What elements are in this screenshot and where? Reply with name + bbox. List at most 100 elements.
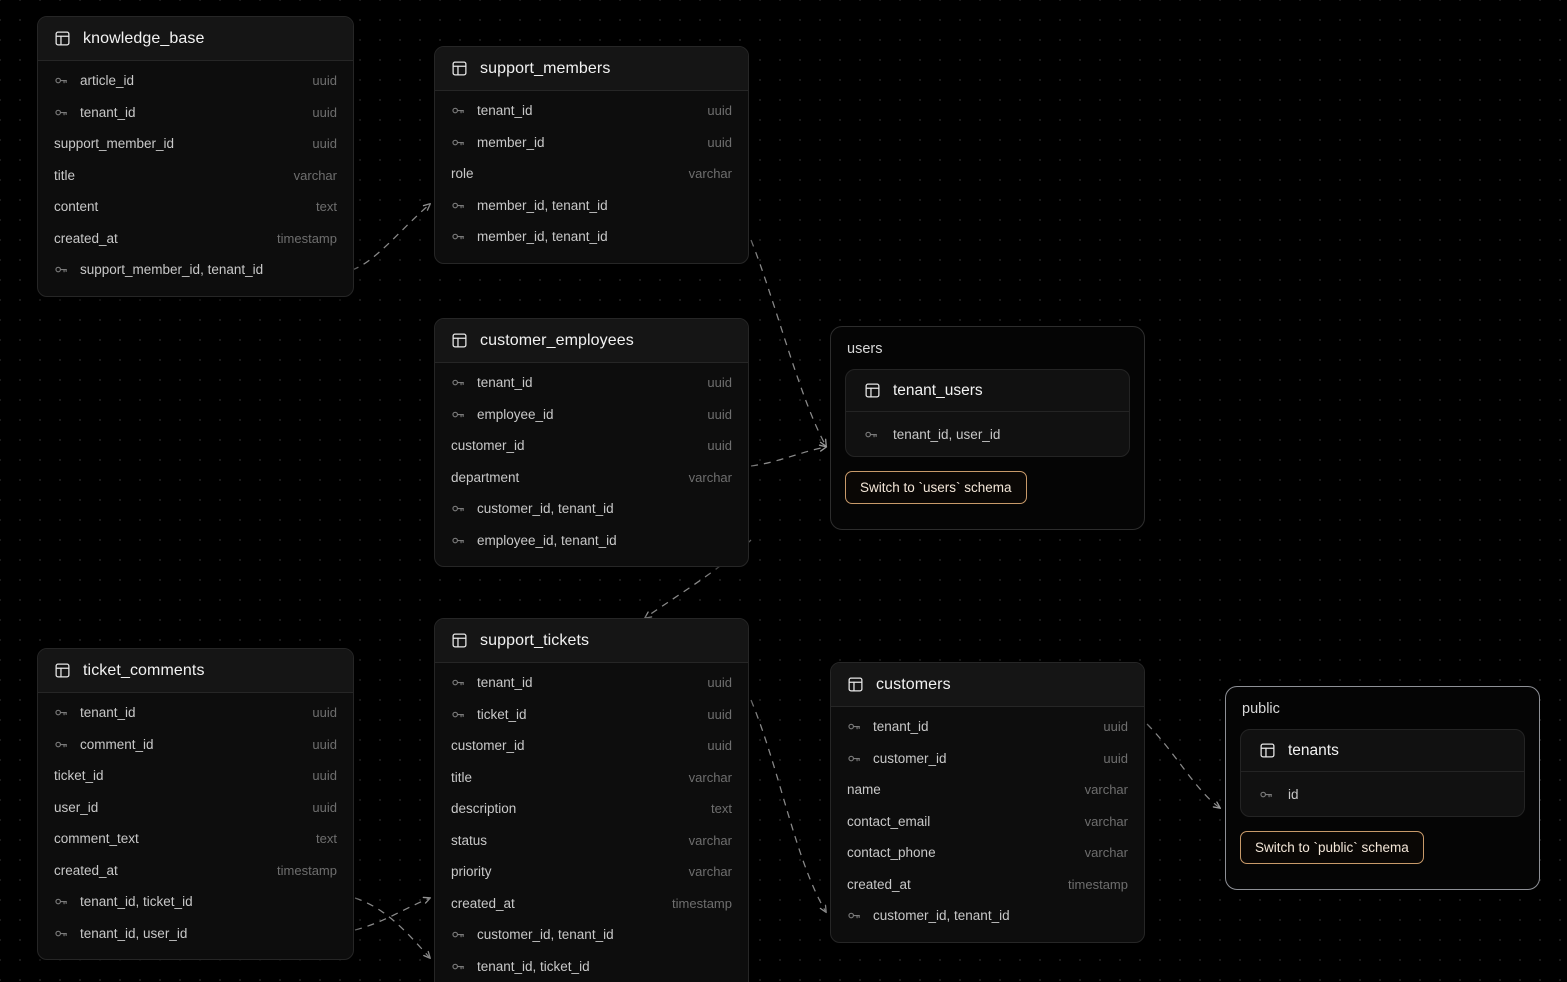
column-type: timestamp	[672, 895, 732, 911]
column-row[interactable]: customer_id uuid	[435, 730, 748, 762]
column-type: uuid	[707, 103, 732, 119]
key-icon	[451, 707, 477, 722]
erd-canvas[interactable]: knowledge_base article_id uuid tenant_id uui…	[0, 0, 1567, 982]
table-header-ticket_comments[interactable]: ticket_comments	[38, 649, 353, 693]
column-row[interactable]: created_at timestamp	[435, 888, 748, 920]
table-header-tenant_users[interactable]: tenant_users	[846, 370, 1129, 412]
column-name: ticket_id	[477, 706, 527, 722]
column-row[interactable]: member_id, tenant_id	[435, 190, 748, 222]
table-card-ticket_comments[interactable]: ticket_comments tenant_id uuid comment_id uu…	[37, 648, 354, 960]
column-row[interactable]: comment_text text	[38, 823, 353, 855]
column-row[interactable]: ticket_id uuid	[435, 699, 748, 731]
table-card-customer_employees[interactable]: customer_employees tenant_id uuid employee_…	[434, 318, 749, 567]
column-row[interactable]: description text	[435, 793, 748, 825]
key-icon	[54, 737, 80, 752]
column-row[interactable]: tenant_id, ticket_id	[435, 951, 748, 982]
table-card-tenant_users[interactable]: tenant_users tenant_id, user_id	[845, 369, 1130, 457]
schema-panel-users[interactable]: users tenant_users tenant_id, user_id Switc…	[830, 326, 1145, 530]
column-row[interactable]: title varchar	[435, 762, 748, 794]
key-icon	[864, 427, 879, 442]
table-card-support_members[interactable]: support_members tenant_id uuid member_id uui…	[434, 46, 749, 264]
column-row[interactable]: customer_id uuid	[831, 743, 1144, 775]
table-header-customer_employees[interactable]: customer_employees	[435, 319, 748, 363]
table-header-support_members[interactable]: support_members	[435, 47, 748, 91]
table-card-support_tickets[interactable]: support_tickets tenant_id uuid ticket_id uui…	[434, 618, 749, 982]
column-row[interactable]: tenant_id uuid	[435, 667, 748, 699]
column-row[interactable]: customer_id, tenant_id	[831, 900, 1144, 932]
table-header-tenants[interactable]: tenants	[1241, 730, 1524, 772]
table-columns: tenant_id uuid customer_id uuid name varchar c…	[831, 707, 1144, 942]
table-card-tenants[interactable]: tenants id	[1240, 729, 1525, 817]
column-row[interactable]: role varchar	[435, 158, 748, 190]
table-title: tenant_users	[893, 381, 983, 399]
column-type: uuid	[707, 406, 732, 422]
column-row[interactable]: member_id, tenant_id	[435, 221, 748, 253]
column-name: role	[451, 166, 474, 182]
column-name: support_member_id	[54, 136, 175, 152]
schema-panel-public[interactable]: public tenants id Switch to `public` schema	[1225, 686, 1540, 890]
relationship-edge-customers-to-public	[1146, 723, 1222, 809]
key-icon	[451, 135, 477, 150]
column-type: uuid	[1103, 719, 1128, 735]
table-card-knowledge_base[interactable]: knowledge_base article_id uuid tenant_id uui…	[37, 16, 354, 297]
column-type: varchar	[688, 469, 732, 485]
column-row[interactable]: created_at timestamp	[831, 869, 1144, 901]
column-type: varchar	[688, 864, 732, 880]
column-row[interactable]: tenant_id, ticket_id	[38, 886, 353, 918]
relationship-edge-ticket_comments-to-support_tickets	[354, 896, 432, 931]
column-row[interactable]: tenant_id, user_id	[38, 918, 353, 950]
column-row[interactable]: tenant_id, user_id	[846, 412, 1129, 456]
table-title: tenants	[1288, 741, 1339, 759]
column-type: uuid	[312, 736, 337, 752]
column-name: user_id	[54, 799, 99, 815]
column-row[interactable]: customer_id, tenant_id	[435, 919, 748, 951]
column-row[interactable]: support_member_id, tenant_id	[38, 254, 353, 286]
column-name: customer_id	[451, 738, 525, 754]
column-row[interactable]: contact_email varchar	[831, 806, 1144, 838]
column-row[interactable]: employee_id, tenant_id	[435, 525, 748, 557]
column-row[interactable]: created_at timestamp	[38, 223, 353, 255]
relationship-edge-support_tickets-to-customers	[750, 699, 827, 914]
column-row[interactable]: created_at timestamp	[38, 855, 353, 887]
column-row[interactable]: customer_id, tenant_id	[435, 493, 748, 525]
column-name: tenant_id	[477, 103, 533, 119]
column-row[interactable]: title varchar	[38, 160, 353, 192]
column-type: uuid	[707, 738, 732, 754]
column-name: created_at	[54, 230, 118, 246]
column-row[interactable]: support_member_id uuid	[38, 128, 353, 160]
switch-schema-button-public[interactable]: Switch to `public` schema	[1240, 831, 1424, 864]
column-type: uuid	[312, 799, 337, 815]
table-header-customers[interactable]: customers	[831, 663, 1144, 707]
column-row[interactable]: member_id uuid	[435, 127, 748, 159]
column-row[interactable]: customer_id uuid	[435, 430, 748, 462]
column-row[interactable]: tenant_id uuid	[38, 97, 353, 129]
column-row[interactable]: tenant_id uuid	[831, 711, 1144, 743]
column-name: created_at	[54, 862, 118, 878]
column-row[interactable]: comment_id uuid	[38, 729, 353, 761]
column-type: uuid	[707, 134, 732, 150]
column-type: uuid	[707, 438, 732, 454]
key-icon	[847, 908, 873, 923]
column-row[interactable]: tenant_id uuid	[435, 95, 748, 127]
column-type: varchar	[688, 769, 732, 785]
column-row[interactable]: priority varchar	[435, 856, 748, 888]
column-row[interactable]: article_id uuid	[38, 65, 353, 97]
column-row[interactable]: tenant_id uuid	[435, 367, 748, 399]
column-row[interactable]: tenant_id uuid	[38, 697, 353, 729]
column-row[interactable]: id	[1241, 772, 1524, 816]
column-row[interactable]: status varchar	[435, 825, 748, 857]
table-card-customers[interactable]: customers tenant_id uuid customer_id uuid nam…	[830, 662, 1145, 943]
switch-schema-button-users[interactable]: Switch to `users` schema	[845, 471, 1027, 504]
column-name: created_at	[451, 895, 515, 911]
table-header-support_tickets[interactable]: support_tickets	[435, 619, 748, 663]
column-row[interactable]: user_id uuid	[38, 792, 353, 824]
column-type: varchar	[688, 832, 732, 848]
column-row[interactable]: ticket_id uuid	[38, 760, 353, 792]
column-row[interactable]: name varchar	[831, 774, 1144, 806]
column-row[interactable]: employee_id uuid	[435, 399, 748, 431]
column-row[interactable]: content text	[38, 191, 353, 223]
column-row[interactable]: department varchar	[435, 462, 748, 494]
table-header-knowledge_base[interactable]: knowledge_base	[38, 17, 353, 61]
column-row[interactable]: contact_phone varchar	[831, 837, 1144, 869]
key-icon	[451, 501, 477, 516]
